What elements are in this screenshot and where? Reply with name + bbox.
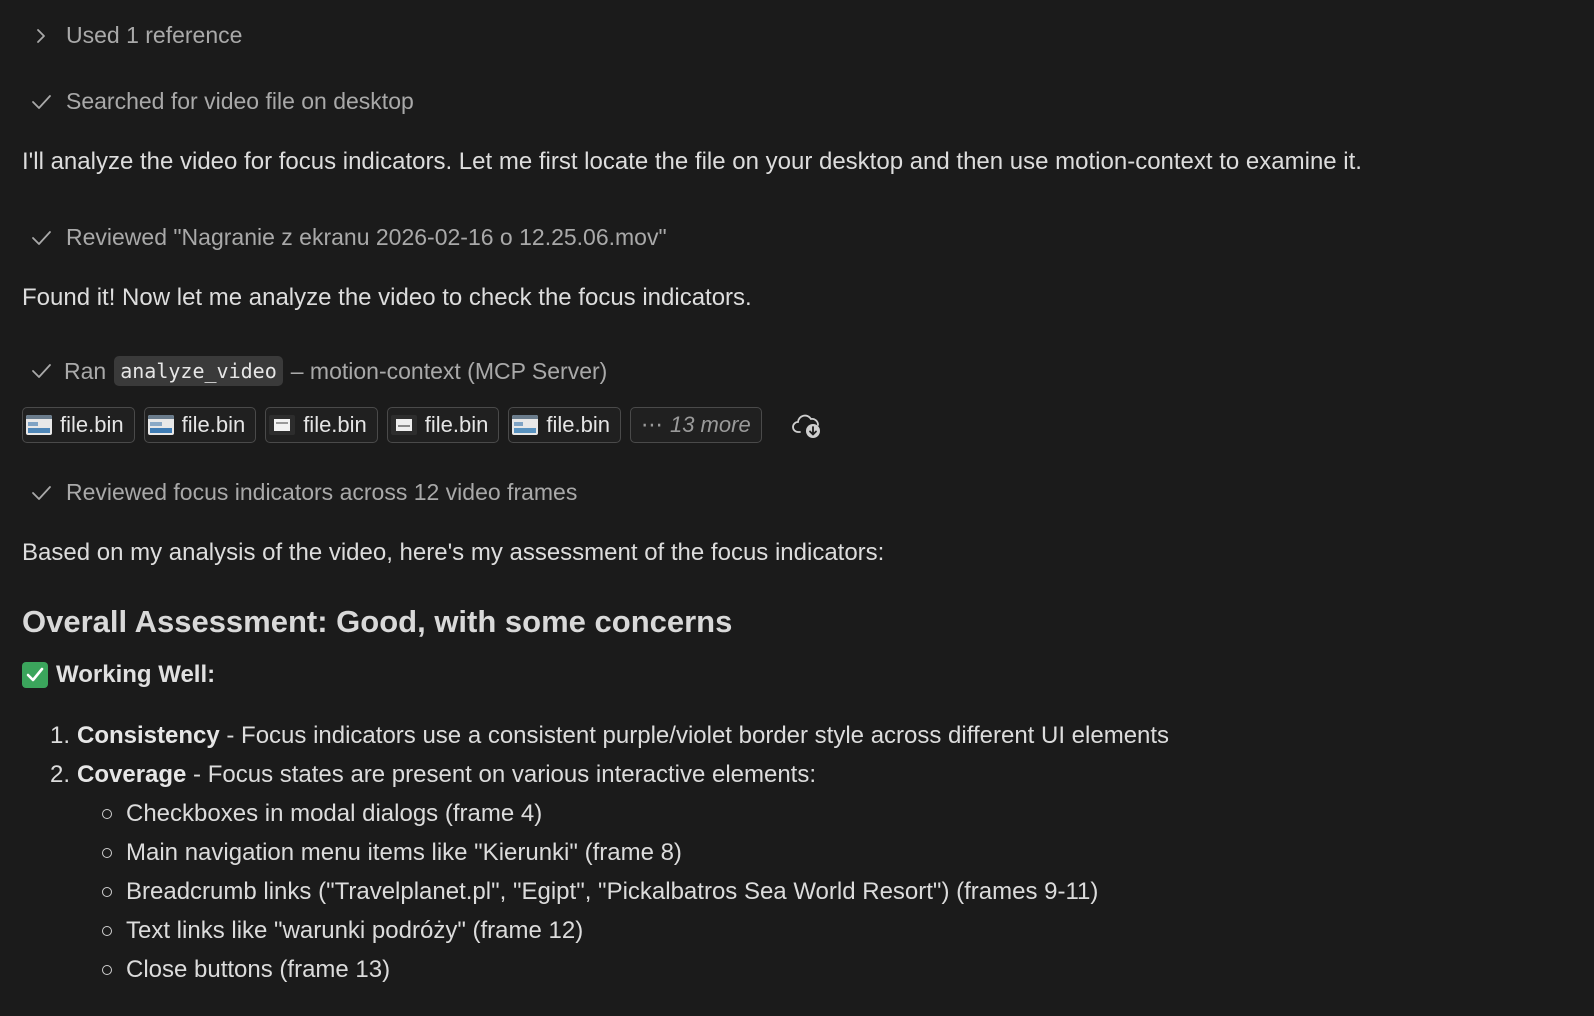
- attachment-chip[interactable]: file.bin: [22, 407, 135, 443]
- ran-suffix: – motion-context (MCP Server): [290, 357, 608, 384]
- attachment-label: file.bin: [424, 412, 489, 437]
- check-icon: [30, 227, 52, 249]
- image-thumbnail-icon: [512, 415, 539, 435]
- chevron-right-icon: [30, 25, 52, 47]
- assistant-message-intro: I'll analyze the video for focus indicat…: [22, 148, 1362, 175]
- list-number: 2.: [49, 761, 70, 788]
- list-number: 1.: [49, 722, 70, 749]
- bullet-icon: [102, 926, 112, 936]
- sub-list-item-text: Close buttons (frame 13): [126, 956, 391, 983]
- sub-list-item-text: Text links like "warunki podróży" (frame…: [126, 917, 584, 944]
- bullet-icon: [102, 809, 112, 819]
- sub-list-item-text: Checkboxes in modal dialogs (frame 4): [126, 800, 543, 827]
- attachment-chip[interactable]: file.bin: [265, 407, 378, 443]
- references-label: Used 1 reference: [66, 22, 243, 48]
- step-reviewed-frames[interactable]: Reviewed focus indicators across 12 vide…: [30, 479, 577, 506]
- sub-list-item: Checkboxes in modal dialogs (frame 4): [102, 800, 542, 828]
- attachment-list: file.bin file.bin file.bin file.bin file…: [22, 407, 825, 443]
- bullet-icon: [102, 887, 112, 897]
- image-thumbnail-icon: [269, 415, 296, 435]
- check-icon: [30, 91, 52, 113]
- step-reviewed-frames-label: Reviewed focus indicators across 12 vide…: [66, 479, 578, 505]
- working-well-label: Working Well:: [56, 661, 216, 688]
- sub-list-item-text: Breadcrumb links ("Travelplanet.pl", "Eg…: [126, 878, 1099, 905]
- image-thumbnail-icon: [390, 415, 417, 435]
- more-attachments-label: 13 more: [669, 412, 751, 437]
- list-item: 2. Coverage - Focus states are present o…: [22, 761, 816, 789]
- attachment-chip[interactable]: file.bin: [143, 407, 257, 443]
- sub-list-item: Breadcrumb links ("Travelplanet.pl", "Eg…: [102, 878, 1098, 906]
- sub-list-item: Main navigation menu items like "Kierunk…: [102, 839, 682, 867]
- tool-name-code: analyze_video: [114, 356, 283, 386]
- references-toggle[interactable]: Used 1 reference: [30, 22, 242, 49]
- assessment-heading: Overall Assessment: Good, with some conc…: [22, 604, 733, 639]
- step-searched-label: Searched for video file on desktop: [66, 88, 414, 114]
- list-item-text: - Focus states are present on various in…: [186, 761, 817, 788]
- attachment-label: file.bin: [303, 412, 367, 437]
- bullet-icon: [102, 848, 112, 858]
- step-searched[interactable]: Searched for video file on desktop: [30, 88, 414, 115]
- check-icon: [30, 360, 52, 382]
- ellipsis-icon: ⋯: [640, 412, 664, 437]
- assistant-message-found: Found it! Now let me analyze the video t…: [22, 284, 752, 311]
- list-item: 1. Consistency - Focus indicators use a …: [22, 722, 1169, 750]
- bullet-icon: [102, 965, 112, 975]
- attachment-label: file.bin: [546, 412, 610, 437]
- chat-transcript: Used 1 reference Searched for video file…: [0, 0, 1594, 1016]
- sub-list-item: Text links like "warunki podróży" (frame…: [102, 917, 583, 945]
- working-well-subheading: Working Well:: [22, 661, 215, 689]
- more-attachments-button[interactable]: ⋯ 13 more: [629, 407, 762, 443]
- image-thumbnail-icon: [26, 415, 52, 435]
- assistant-message-based-on: Based on my analysis of the video, here'…: [22, 539, 885, 566]
- step-ran-tool[interactable]: Ran analyze_video – motion-context (MCP …: [30, 356, 607, 386]
- attachment-label: file.bin: [181, 412, 246, 437]
- sub-list-item-text: Main navigation menu items like "Kierunk…: [126, 839, 682, 866]
- green-check-emoji-icon: [22, 662, 48, 688]
- sub-list-item: Close buttons (frame 13): [102, 956, 390, 984]
- attachment-label: file.bin: [60, 412, 124, 437]
- step-reviewed-file-label: Reviewed "Nagranie z ekranu 2026-02-16 o…: [66, 224, 667, 250]
- image-thumbnail-icon: [147, 415, 174, 435]
- attachment-chip[interactable]: file.bin: [508, 407, 621, 443]
- list-item-term: Coverage: [77, 761, 187, 788]
- step-reviewed-file[interactable]: Reviewed "Nagranie z ekranu 2026-02-16 o…: [30, 224, 667, 251]
- ran-prefix: Ran: [64, 357, 107, 384]
- attachment-chip[interactable]: file.bin: [386, 407, 500, 443]
- cloud-download-icon[interactable]: [791, 410, 825, 440]
- check-icon: [30, 482, 52, 504]
- list-item-term: Consistency: [77, 722, 220, 749]
- list-item-text: - Focus indicators use a consistent purp…: [219, 722, 1170, 749]
